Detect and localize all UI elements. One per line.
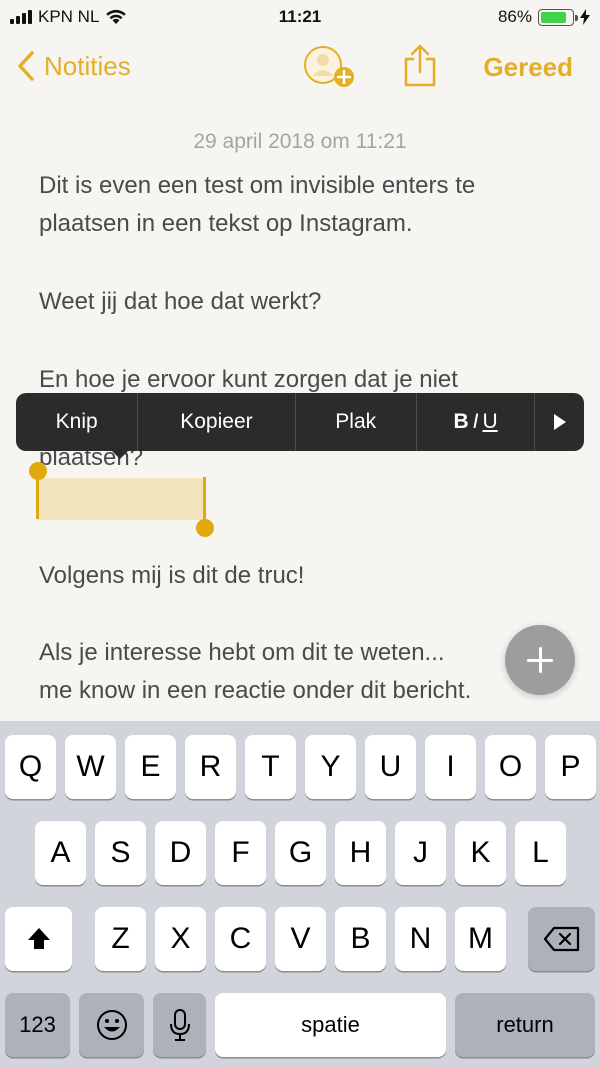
microphone-key[interactable] [153,993,206,1057]
key-t[interactable]: T [245,735,296,799]
key-g[interactable]: G [275,821,326,885]
shift-key[interactable] [5,907,72,971]
key-x[interactable]: X [155,907,206,971]
key-l[interactable]: L [515,821,566,885]
return-key[interactable]: return [455,993,595,1057]
text-selection [37,478,205,520]
key-h[interactable]: H [335,821,386,885]
paste-button[interactable]: Plak [296,393,417,451]
backspace-key[interactable] [528,907,595,971]
battery-icon [538,8,578,26]
italic-label: I [472,410,479,433]
key-o[interactable]: O [485,735,536,799]
charging-icon [580,9,590,25]
cut-button[interactable]: Knip [16,393,139,451]
numbers-key[interactable]: 123 [5,993,70,1057]
microphone-icon [169,1009,190,1041]
add-person-icon[interactable] [303,44,357,90]
selection-end-bar [203,477,206,520]
selection-start-bar [36,476,39,519]
format-button[interactable]: BIU [417,393,536,451]
share-icon[interactable] [403,43,437,87]
status-right: 86% [498,7,590,27]
key-j[interactable]: J [395,821,446,885]
key-f[interactable]: F [215,821,266,885]
key-w[interactable]: W [65,735,116,799]
selection-end-handle[interactable] [196,519,214,537]
note-line[interactable]: me know in een reactie onder dit bericht… [39,672,579,710]
note-line[interactable]: Als je interesse hebt om dit te weten... [39,634,579,672]
done-button[interactable]: Gereed [483,52,573,83]
key-z[interactable]: Z [95,907,146,971]
edit-menu: Knip Kopieer Plak BIU [16,393,584,451]
back-button[interactable]: Notities [16,50,131,82]
key-r[interactable]: R [185,735,236,799]
add-button[interactable] [505,625,575,695]
key-u[interactable]: U [365,735,416,799]
key-s[interactable]: S [95,821,146,885]
note-line[interactable]: Dit is even een test om invisible enters… [39,167,579,205]
key-i[interactable]: I [425,735,476,799]
keyboard: Q W E R T Y U I O P A S D F G H J K L Z … [0,721,600,1067]
backspace-icon [543,926,579,952]
back-label: Notities [44,50,131,81]
key-m[interactable]: M [455,907,506,971]
more-button[interactable] [535,393,584,451]
key-c[interactable]: C [215,907,266,971]
emoji-key[interactable] [79,993,144,1057]
nav-bar: Notities Gereed [0,38,600,98]
key-a[interactable]: A [35,821,86,885]
selection-start-handle[interactable] [29,462,47,480]
bold-label: B [453,410,469,433]
emoji-icon [96,1010,127,1040]
note-line[interactable]: Volgens mij is dit de truc! [39,557,579,595]
edit-menu-pointer [110,449,130,459]
space-key[interactable]: spatie [215,993,446,1057]
underline-label: U [482,410,498,433]
shift-icon [27,928,50,949]
battery-percent: 86% [497,7,532,26]
copy-button[interactable]: Kopieer [138,393,296,451]
key-y[interactable]: Y [305,735,356,799]
status-bar: KPN NL 11:21 86% [0,0,600,34]
key-k[interactable]: K [455,821,506,885]
note-line[interactable]: plaatsen in een tekst op Instagram. [39,205,579,243]
key-d[interactable]: D [155,821,206,885]
key-v[interactable]: V [275,907,326,971]
key-q[interactable]: Q [5,735,56,799]
key-p[interactable]: P [545,735,596,799]
key-b[interactable]: B [335,907,386,971]
note-line[interactable]: Weet jij dat hoe dat werkt? [39,283,579,321]
key-e[interactable]: E [125,735,176,799]
key-n[interactable]: N [395,907,446,971]
play-arrow-icon [553,414,566,430]
note-date: 29 april 2018 om 11:21 [193,130,407,153]
chevron-left-icon [18,51,34,81]
